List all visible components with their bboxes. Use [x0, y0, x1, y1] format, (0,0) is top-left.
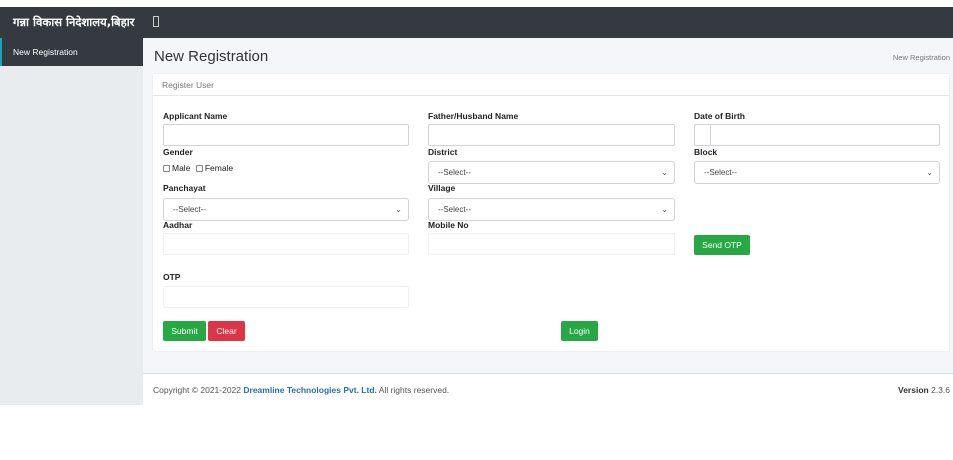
district-selected: --Select-- [438, 168, 471, 177]
mobile-label: Mobile No [428, 220, 469, 230]
top-navbar: गन्ना विकास निदेशालय,बिहार [0, 7, 953, 38]
page-title: New Registration [154, 48, 269, 65]
chevron-down-icon: ⌄ [926, 168, 933, 177]
mobile-input[interactable] [428, 233, 675, 255]
footer: Copyright © 2021-2022 Dreamline Technolo… [143, 373, 953, 405]
village-selected: --Select-- [438, 205, 471, 214]
dob-input[interactable] [694, 124, 940, 146]
copyright: Copyright © 2021-2022 Dreamline Technolo… [153, 374, 449, 406]
register-card: Register User Applicant Name Father/Husb… [153, 74, 949, 351]
father-name-label: Father/Husband Name [428, 111, 519, 121]
version-number: 2.3.6 [931, 385, 950, 395]
district-select[interactable]: --Select-- ⌄ [428, 161, 675, 184]
male-radio[interactable] [163, 165, 170, 172]
aadhar-label: Aadhar [163, 220, 193, 230]
district-label: District [428, 147, 458, 157]
breadcrumb[interactable]: New Registration [893, 53, 950, 62]
block-label: Block [694, 147, 718, 157]
otp-label: OTP [163, 272, 181, 282]
clear-button[interactable]: Clear [208, 321, 245, 341]
applicant-name-input[interactable] [163, 124, 409, 146]
female-label: Female [204, 163, 234, 173]
submit-button[interactable]: Submit [163, 321, 206, 341]
send-otp-button[interactable]: Send OTP [694, 235, 750, 255]
panchayat-label: Panchayat [163, 183, 206, 193]
applicant-name-label: Applicant Name [163, 111, 228, 121]
block-selected: --Select-- [704, 168, 737, 177]
otp-input[interactable] [163, 286, 409, 308]
main-content: New Registration New Registration Regist… [143, 38, 953, 373]
block-select[interactable]: --Select-- ⌄ [694, 161, 940, 184]
gender-options: Male Female [163, 163, 233, 173]
version-info: Version 2.3.6 [898, 374, 950, 406]
village-select[interactable]: --Select-- ⌄ [428, 198, 675, 221]
chevron-down-icon: ⌄ [661, 205, 668, 214]
chevron-down-icon: ⌄ [661, 168, 668, 177]
dob-divider [710, 125, 711, 145]
card-title: Register User [153, 74, 949, 96]
village-label: Village [428, 183, 456, 193]
panchayat-select[interactable]: --Select-- ⌄ [163, 198, 409, 221]
chevron-down-icon: ⌄ [395, 205, 402, 214]
aadhar-input[interactable] [163, 233, 409, 255]
company-link[interactable]: Dreamline Technologies Pvt. Ltd. [243, 385, 377, 395]
version-label: Version [898, 385, 929, 395]
panchayat-selected: --Select-- [173, 205, 206, 214]
copyright-prefix: Copyright © 2021-2022 [153, 385, 244, 395]
female-radio[interactable] [195, 165, 203, 172]
male-label: Male [172, 163, 191, 173]
sidebar-item-new-registration[interactable]: New Registration [0, 38, 143, 66]
gender-label: Gender [163, 147, 193, 157]
sidebar: New Registration [0, 38, 143, 405]
menu-toggle-icon[interactable] [153, 16, 159, 27]
dob-label: Date of Birth [694, 111, 745, 121]
father-name-input[interactable] [428, 124, 675, 146]
login-button[interactable]: Login [561, 321, 598, 341]
brand-title[interactable]: गन्ना विकास निदेशालय,बिहार [0, 7, 143, 38]
copyright-suffix: All rights reserved. [376, 385, 450, 395]
